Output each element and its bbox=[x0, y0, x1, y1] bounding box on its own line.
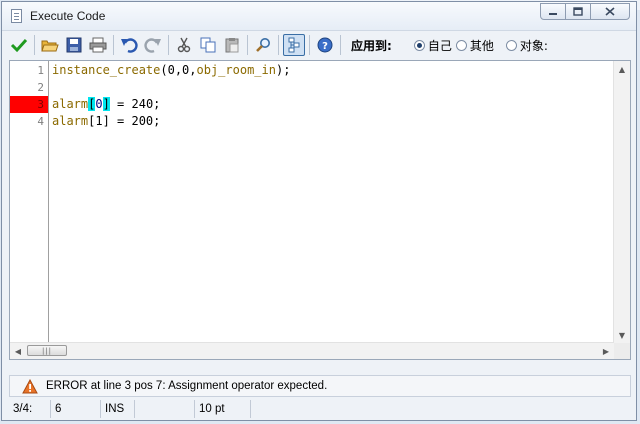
radio-self[interactable]: 自己 bbox=[413, 37, 452, 54]
open-button[interactable] bbox=[39, 34, 61, 56]
close-button[interactable] bbox=[590, 3, 630, 20]
index-token: [1] bbox=[88, 114, 110, 128]
index-token: 0 bbox=[95, 97, 103, 111]
radio-other[interactable]: 其他 bbox=[455, 37, 494, 54]
toolbar-separator bbox=[113, 35, 114, 55]
line-number: 2 bbox=[37, 81, 44, 94]
scrollbar-corner bbox=[614, 343, 630, 359]
cut-icon bbox=[177, 37, 191, 53]
ok-button[interactable] bbox=[8, 34, 30, 56]
help-icon: ? bbox=[317, 37, 333, 53]
maximize-button[interactable] bbox=[565, 3, 591, 20]
scroll-down-icon[interactable]: ▼ bbox=[614, 327, 630, 343]
printer-icon bbox=[89, 37, 107, 53]
status-column: 6 bbox=[51, 400, 101, 418]
help-button[interactable]: ? bbox=[314, 34, 336, 56]
copy-icon bbox=[200, 37, 216, 53]
print-button[interactable] bbox=[87, 34, 109, 56]
find-icon bbox=[256, 38, 270, 52]
paste-icon bbox=[225, 38, 239, 53]
radio-button[interactable] bbox=[505, 39, 517, 51]
code-line-3[interactable]: alarm[0] = 240; bbox=[52, 96, 160, 113]
toolbar-separator bbox=[278, 35, 279, 55]
toolbar: ? 应用到: 自己 其他 对象: bbox=[8, 32, 632, 58]
radio-button[interactable] bbox=[455, 39, 467, 51]
line-number-error: 3 bbox=[10, 96, 48, 113]
scroll-up-icon[interactable]: ▲ bbox=[614, 61, 630, 77]
radio-button-checked[interactable] bbox=[413, 39, 425, 51]
function-token: instance_create bbox=[52, 63, 161, 77]
document-icon bbox=[11, 9, 22, 23]
minimize-button[interactable] bbox=[540, 3, 566, 20]
radio-self-label: 自己 bbox=[427, 38, 452, 53]
code-line-1[interactable]: instance_create(0,0,obj_room_in); bbox=[52, 62, 290, 79]
window-controls bbox=[540, 3, 630, 21]
code-tree-icon bbox=[288, 37, 300, 53]
line-number-gutter: 1 2 3 4 bbox=[10, 61, 49, 359]
code-editor[interactable]: 1 2 3 4 instance_create(0,0,obj_room_in)… bbox=[9, 60, 631, 360]
radio-other-label: 其他 bbox=[469, 38, 494, 53]
window-title: Execute Code bbox=[30, 9, 106, 23]
line-number: 4 bbox=[37, 115, 44, 128]
title-bar[interactable]: Execute Code bbox=[2, 2, 636, 31]
close-icon bbox=[605, 7, 615, 16]
copy-button[interactable] bbox=[197, 34, 219, 56]
error-message-bar: ERROR at line 3 pos 7: Assignment operat… bbox=[9, 375, 631, 397]
save-button[interactable] bbox=[63, 34, 85, 56]
radio-object[interactable]: 对象: bbox=[505, 37, 548, 54]
open-folder-icon bbox=[41, 40, 59, 52]
find-button[interactable] bbox=[252, 34, 274, 56]
radio-object-label: 对象: bbox=[519, 38, 548, 53]
toolbar-separator bbox=[168, 35, 169, 55]
checkmark-icon bbox=[10, 38, 28, 53]
args-token: (0,0, bbox=[160, 63, 197, 77]
object-token: obj_room_in bbox=[196, 63, 276, 77]
svg-text:?: ? bbox=[322, 41, 328, 52]
undo-button[interactable] bbox=[118, 34, 140, 56]
status-font-size: 10 pt bbox=[195, 400, 251, 418]
code-tree-toggle[interactable] bbox=[283, 34, 305, 56]
undo-icon bbox=[121, 38, 138, 53]
save-disk-icon bbox=[66, 37, 82, 53]
assignment-token: = 240; bbox=[109, 97, 161, 111]
horizontal-scrollbar[interactable]: ◀ ||| ▶ bbox=[10, 342, 614, 359]
vertical-scrollbar[interactable]: ▲ ▼ bbox=[613, 61, 630, 343]
line-number: 1 bbox=[37, 64, 44, 77]
redo-button[interactable] bbox=[142, 34, 164, 56]
warning-icon bbox=[22, 378, 38, 394]
status-mode: INS bbox=[101, 400, 135, 418]
horizontal-scroll-thumb[interactable]: ||| bbox=[27, 345, 67, 356]
scroll-left-icon[interactable]: ◀ bbox=[10, 343, 26, 359]
variable-token: alarm bbox=[52, 97, 89, 111]
redo-icon bbox=[144, 38, 161, 53]
apply-to-label: 应用到: bbox=[351, 38, 392, 53]
paste-button[interactable] bbox=[221, 34, 243, 56]
status-spacer bbox=[135, 400, 195, 418]
toolbar-separator bbox=[34, 35, 35, 55]
scroll-right-icon[interactable]: ▶ bbox=[598, 343, 614, 359]
minimize-icon bbox=[549, 12, 557, 15]
status-bar: 3/4: 6 INS 10 pt bbox=[9, 399, 631, 419]
maximize-icon bbox=[573, 7, 583, 16]
toolbar-separator bbox=[340, 35, 341, 55]
status-position: 3/4: bbox=[9, 400, 51, 418]
bracket-highlight: ] bbox=[102, 97, 110, 111]
toolbar-separator bbox=[247, 35, 248, 55]
tail-token: ); bbox=[275, 63, 291, 77]
error-message-text: ERROR at line 3 pos 7: Assignment operat… bbox=[46, 380, 328, 392]
toolbar-separator bbox=[309, 35, 310, 55]
cut-button[interactable] bbox=[173, 34, 195, 56]
code-line-4[interactable]: alarm[1] = 200; bbox=[52, 113, 160, 130]
execute-code-window: Execute Code ? 应用到: 自己 其他 对象: 1 2 3 4 in… bbox=[1, 1, 637, 421]
assignment-token: = 200; bbox=[109, 114, 161, 128]
variable-token: alarm bbox=[52, 114, 89, 128]
